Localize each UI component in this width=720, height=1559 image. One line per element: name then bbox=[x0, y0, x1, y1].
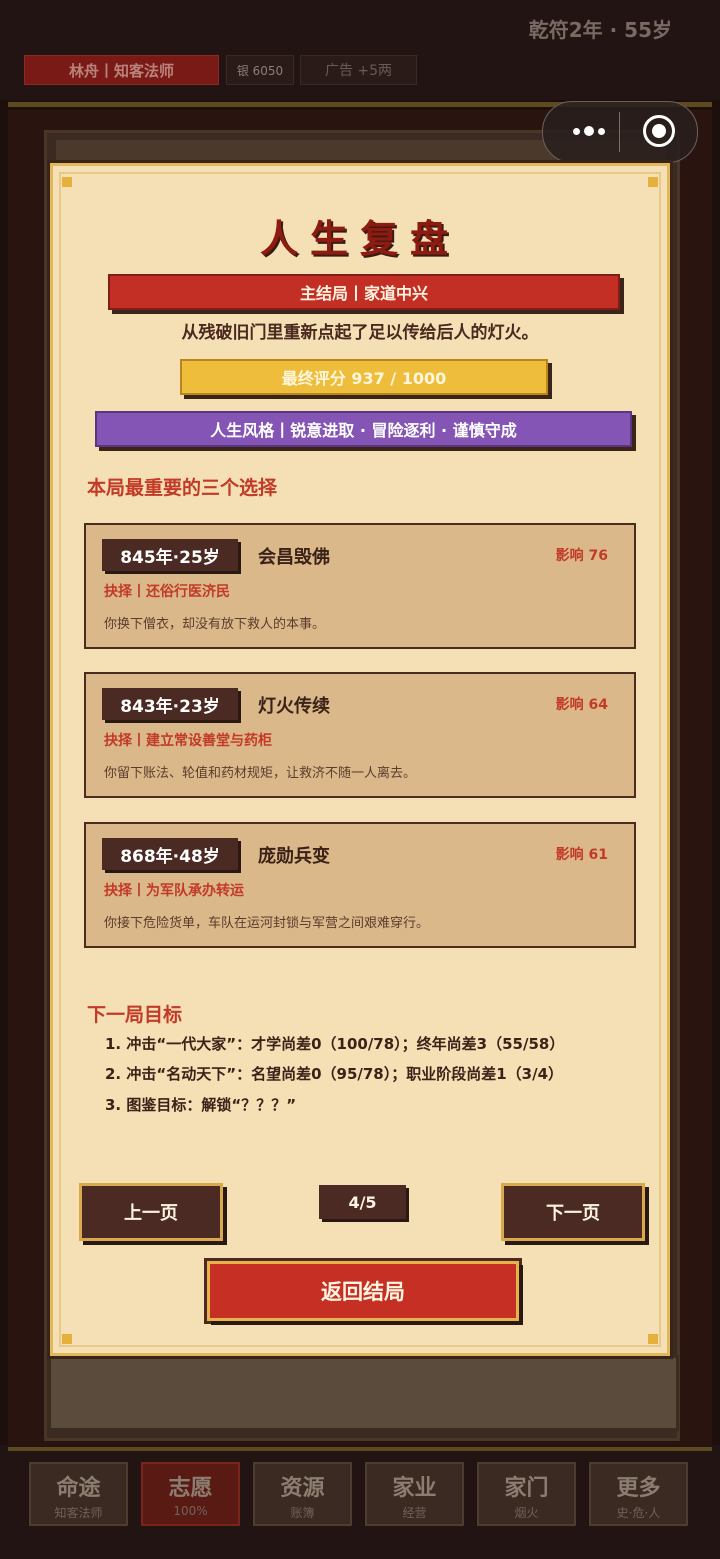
ending-summary: 从残破旧门里重新点起了足以传给后人的灯火。 bbox=[181, 323, 539, 343]
choice-decision: 抉择丨建立常设善堂与药柜 bbox=[104, 733, 272, 749]
choice-event: 庞勋兵变 bbox=[258, 846, 330, 867]
life-style-banner: 人生风格丨锐意进取 · 冒险逐利 · 谨慎守成 bbox=[95, 411, 632, 447]
goal-item: 3. 图鉴目标：解锁“？？？” bbox=[105, 1096, 297, 1114]
nav-tab-label: 家业 bbox=[392, 1476, 437, 1501]
goal-item: 1. 冲击“一代大家”：才学尚差0（100/78）；终年尚差3（55/58） bbox=[105, 1035, 565, 1053]
nav-tab-sublabel: 史·危·人 bbox=[616, 1506, 661, 1520]
character-name-tag[interactable]: 林舟丨知客法师 bbox=[24, 55, 219, 85]
next-page-button[interactable]: 下一页 bbox=[501, 1183, 645, 1241]
nav-tab-family[interactable]: 家门 烟火 bbox=[477, 1462, 576, 1526]
nav-tab-sublabel: 经营 bbox=[402, 1506, 427, 1520]
nav-tab-resources[interactable]: 资源 账簿 bbox=[253, 1462, 352, 1526]
choice-date: 845年·25岁 bbox=[102, 539, 238, 571]
nav-tab-more[interactable]: 更多 史·危·人 bbox=[589, 1462, 688, 1526]
choice-decision: 抉择丨还俗行医济民 bbox=[104, 584, 230, 600]
choice-date: 843年·23岁 bbox=[102, 688, 238, 720]
corner-ornament bbox=[648, 1334, 658, 1344]
nav-tab-label: 更多 bbox=[616, 1476, 661, 1501]
nav-tab-label: 资源 bbox=[280, 1476, 325, 1501]
choice-card: 845年·25岁 会昌毁佛 影响 76 抉择丨还俗行医济民 你换下僧衣，却没有放… bbox=[84, 523, 636, 649]
silver-counter: 银 6050 bbox=[226, 55, 294, 85]
corner-ornament bbox=[62, 177, 72, 187]
goal-item: 2. 冲击“名动天下”：名望尚差0（95/78）；职业阶段尚差1（3/4） bbox=[105, 1065, 564, 1083]
nav-tab-sublabel: 账簿 bbox=[290, 1506, 315, 1520]
choice-decision: 抉择丨为军队承办转运 bbox=[104, 883, 244, 899]
nav-tab-sublabel: 烟火 bbox=[514, 1506, 539, 1520]
more-options-icon[interactable] bbox=[563, 116, 615, 146]
page-indicator: 4/5 bbox=[319, 1185, 406, 1219]
prev-page-button[interactable]: 上一页 bbox=[79, 1183, 223, 1241]
nav-tab-label: 家门 bbox=[504, 1476, 549, 1501]
nav-tab-ambition[interactable]: 志愿 100% bbox=[141, 1462, 240, 1526]
nav-tab-sublabel: 知客法师 bbox=[54, 1506, 103, 1520]
life-review-modal: 人生复盘 主结局丨家道中兴 从残破旧门里重新点起了足以传给后人的灯火。 最终评分… bbox=[50, 163, 670, 1356]
nav-tab-estate[interactable]: 家业 经营 bbox=[365, 1462, 464, 1526]
choice-description: 你留下账法、轮值和药材规矩，让救济不随一人离去。 bbox=[104, 766, 417, 781]
corner-ornament bbox=[648, 177, 658, 187]
nav-tab-sublabel: 100% bbox=[173, 1504, 208, 1518]
ad-reward-button[interactable]: 广告 +5两 bbox=[300, 55, 417, 85]
nav-tab-destiny[interactable]: 命途 知客法师 bbox=[29, 1462, 128, 1526]
choice-date: 868年·48岁 bbox=[102, 838, 238, 870]
final-score-banner: 最终评分 937 / 1000 bbox=[180, 359, 548, 395]
choice-impact: 影响 61 bbox=[555, 847, 608, 863]
corner-ornament bbox=[62, 1334, 72, 1344]
return-to-ending-button[interactable]: 返回结局 bbox=[207, 1261, 519, 1321]
nav-tab-label: 命途 bbox=[56, 1476, 101, 1501]
choice-event: 会昌毁佛 bbox=[258, 547, 330, 568]
key-choices-title: 本局最重要的三个选择 bbox=[87, 477, 278, 499]
choice-impact: 影响 64 bbox=[555, 697, 608, 713]
capsule-divider bbox=[619, 112, 620, 152]
choice-event: 灯火传续 bbox=[258, 696, 330, 717]
choice-description: 你接下危险货单，车队在运河封锁与军营之间艰难穿行。 bbox=[104, 916, 430, 931]
close-miniprogram-icon[interactable] bbox=[643, 115, 675, 147]
choice-card: 843年·23岁 灯火传续 影响 64 抉择丨建立常设善堂与药柜 你留下账法、轮… bbox=[84, 672, 636, 798]
main-ending-banner: 主结局丨家道中兴 bbox=[108, 274, 620, 310]
divider bbox=[8, 1447, 712, 1451]
background-lower-panel bbox=[48, 1355, 679, 1431]
next-goals-title: 下一局目标 bbox=[87, 1004, 183, 1026]
choice-card: 868年·48岁 庞勋兵变 影响 61 抉择丨为军队承办转运 你接下危险货单，车… bbox=[84, 822, 636, 948]
choice-impact: 影响 76 bbox=[555, 548, 608, 564]
choice-description: 你换下僧衣，却没有放下救人的本事。 bbox=[104, 617, 326, 632]
nav-tab-label: 志愿 bbox=[168, 1476, 213, 1501]
modal-title: 人生复盘 bbox=[259, 217, 460, 261]
miniprogram-capsule bbox=[542, 101, 698, 163]
era-age-label: 乾符2年 · 55岁 bbox=[528, 18, 672, 42]
